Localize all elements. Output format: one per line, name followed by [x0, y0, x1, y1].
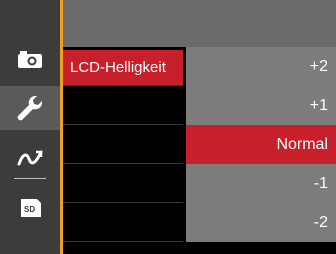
- eye-fi-icon[interactable]: [0, 138, 60, 178]
- svg-text:SD: SD: [24, 205, 35, 214]
- wrench-icon[interactable]: [0, 86, 60, 130]
- camera-menu-screen: SD LCD-Helligkeit +2 +1 Normal -1 -2: [0, 0, 336, 254]
- option-minus-1[interactable]: -1: [186, 164, 336, 203]
- sidebar-separator: [14, 178, 46, 179]
- top-bar: [63, 0, 336, 47]
- option-minus-2[interactable]: -2: [186, 203, 336, 242]
- bottom-strip: [186, 242, 336, 254]
- option-plus-1[interactable]: +1: [186, 86, 336, 125]
- sidebar: SD: [0, 0, 60, 254]
- camera-icon[interactable]: [0, 40, 60, 80]
- option-normal[interactable]: Normal: [186, 125, 336, 164]
- sd-card-icon[interactable]: SD: [0, 188, 60, 228]
- options-list: +2 +1 Normal -1 -2: [186, 47, 336, 242]
- option-plus-2[interactable]: +2: [186, 47, 336, 86]
- menu-item-lcd-brightness[interactable]: LCD-Helligkeit: [63, 50, 183, 85]
